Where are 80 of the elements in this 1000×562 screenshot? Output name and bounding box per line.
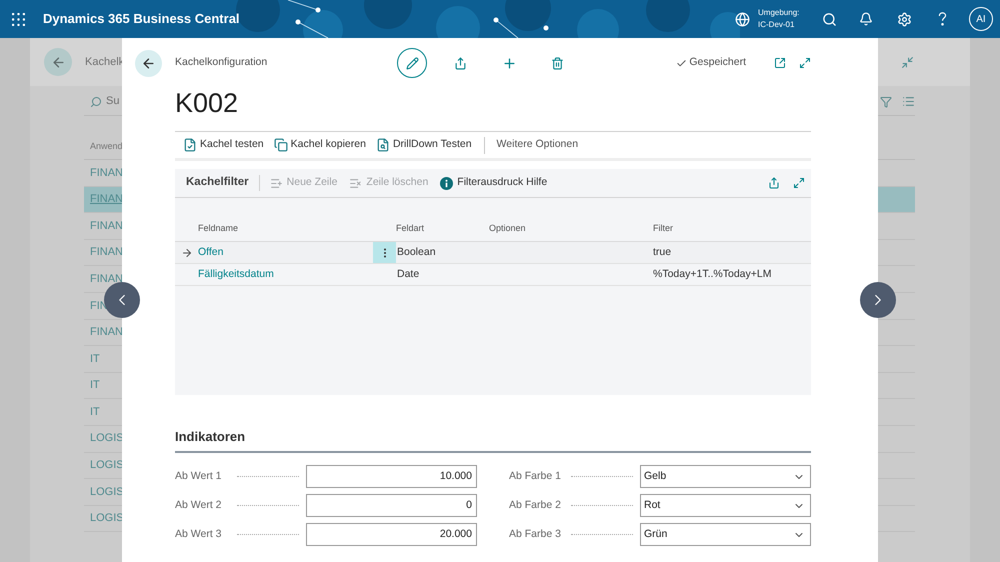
- table-cell-text: FINAN: [90, 245, 123, 260]
- dropdown-field[interactable]: Grün: [640, 523, 811, 546]
- page-caption: Kachelkonfiguration: [175, 55, 268, 70]
- table-cell-text: IT: [90, 352, 100, 367]
- field-label: Ab Wert 3: [175, 526, 222, 542]
- dropdown-field[interactable]: Rot: [640, 494, 811, 517]
- expand-icon[interactable]: [799, 57, 811, 69]
- info-icon: [440, 176, 454, 190]
- table-row[interactable]: Fälligkeitsdatum Date %Today+1T..%Today+LM: [175, 264, 811, 286]
- page-title: Kachelk: [85, 54, 124, 70]
- table-cell-text: IT: [90, 378, 100, 394]
- table-cell-text: FINAN: [90, 272, 123, 287]
- table-cell-text: LOGIS: [90, 458, 124, 474]
- filter-icon[interactable]: [880, 96, 892, 108]
- more-options-button[interactable]: Weitere Optionen: [496, 137, 578, 153]
- row-indicator-icon: [180, 246, 192, 258]
- column-header: Anwend: [90, 140, 123, 152]
- table-cell-text: true: [653, 244, 672, 260]
- table-cell-text: FINAN: [90, 192, 123, 208]
- table-cell-text: FINAN: [90, 166, 123, 181]
- back-button[interactable]: [135, 50, 162, 76]
- input-field[interactable]: 10.000: [306, 465, 477, 488]
- check-icon: [676, 58, 688, 68]
- search-icon[interactable]: [822, 12, 837, 26]
- app-launcher-icon[interactable]: [12, 12, 25, 26]
- table-cell-text: FINAN: [90, 218, 123, 234]
- save-status: Gespeichert: [689, 55, 746, 70]
- help-icon[interactable]: [938, 12, 947, 26]
- popout-icon[interactable]: [774, 57, 786, 69]
- column-header: Feldart: [396, 222, 426, 234]
- field-label: Ab Farbe 3: [509, 526, 562, 542]
- table-cell-text: %Today+1T..%Today+LM: [653, 266, 772, 282]
- copy-icon: [274, 138, 288, 152]
- section-title: Indikatoren: [175, 429, 246, 444]
- table-row[interactable]: Offen Boolean true: [175, 242, 811, 264]
- delete-icon[interactable]: [551, 56, 564, 70]
- action-button[interactable]: Kachel testen: [183, 137, 264, 153]
- globe-icon: [735, 12, 750, 26]
- table-cell[interactable]: Fälligkeitsdatum: [198, 266, 373, 282]
- share-icon[interactable]: [768, 177, 780, 189]
- share-icon[interactable]: [454, 56, 467, 70]
- add-row-icon: [270, 176, 283, 190]
- document-search-icon: [376, 138, 390, 152]
- panel-title: Kachelfilter: [186, 175, 249, 190]
- field-label: Ab Wert 2: [175, 498, 222, 513]
- environment-label: Umgebung:: [758, 7, 800, 19]
- input-field[interactable]: 0: [306, 494, 477, 517]
- action-button[interactable]: Kachel kopieren: [274, 137, 366, 153]
- collapse-icon[interactable]: [901, 56, 914, 68]
- action-button[interactable]: DrillDown Testen: [376, 137, 472, 153]
- panel-action-button[interactable]: Filterausdruck Hilfe: [440, 175, 548, 191]
- table-cell-text: LOGIS: [90, 511, 124, 526]
- table-cell[interactable]: Offen: [198, 244, 373, 260]
- dropdown-field[interactable]: Gelb: [640, 465, 811, 488]
- app-title[interactable]: Dynamics 365 Business Central: [43, 9, 240, 29]
- column-header: Filter: [653, 222, 673, 234]
- field-label: Ab Farbe 2: [509, 498, 562, 513]
- settings-icon[interactable]: [897, 12, 912, 26]
- column-header: Optionen: [489, 222, 527, 235]
- table-cell-text: IT: [90, 404, 100, 420]
- column-header: Feldname: [197, 222, 240, 234]
- expand-icon[interactable]: [793, 177, 805, 189]
- table-cell-text: FINAN: [90, 325, 123, 340]
- list-icon[interactable]: [902, 95, 915, 108]
- notification-icon[interactable]: [859, 12, 873, 26]
- input-field[interactable]: 20.000: [306, 523, 477, 546]
- table-cell-text: LOGIS: [90, 431, 124, 446]
- document-check-icon: [183, 138, 197, 152]
- user-avatar[interactable]: AI: [969, 7, 993, 31]
- table-cell-text: LOGIS: [90, 484, 124, 500]
- table-cell-text: Boolean: [396, 244, 437, 260]
- record-title: K002: [175, 88, 240, 120]
- add-icon[interactable]: [502, 56, 517, 70]
- pencil-icon: [406, 56, 418, 70]
- table-cell-text: Date: [396, 266, 420, 282]
- environment-name: IC-Dev-01: [758, 19, 796, 31]
- edit-button[interactable]: [397, 48, 427, 78]
- field-label: Ab Farbe 1: [509, 468, 562, 484]
- field-label: Ab Wert 1: [175, 468, 222, 484]
- delete-row-icon: [349, 176, 362, 190]
